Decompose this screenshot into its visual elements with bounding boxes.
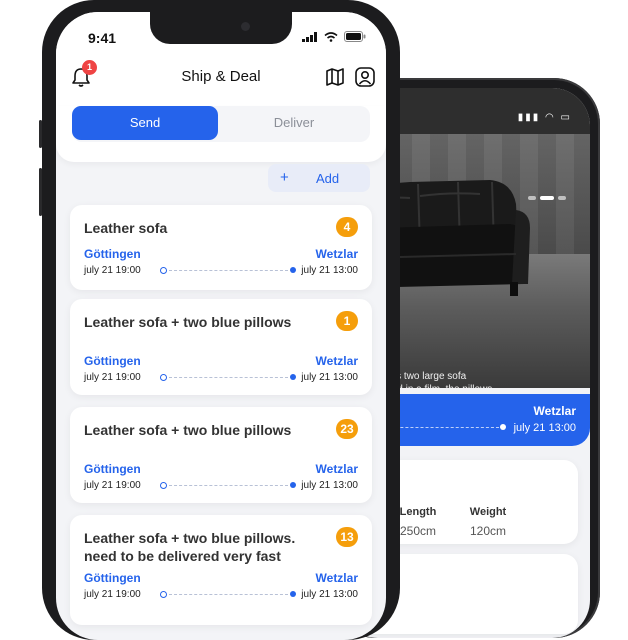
departure-time: july 21 19:00	[84, 265, 141, 276]
mode-switch-container: Send Deliver	[56, 106, 386, 162]
shipment-name: Leather sofa + two blue pillows. need to…	[84, 530, 296, 564]
origin-dot-icon	[160, 374, 167, 381]
origin-dot-icon	[160, 482, 167, 489]
arrival-time: july 21 13:00	[301, 589, 358, 600]
status-icons: ▮▮▮ ◠ ▭	[517, 112, 572, 123]
route-track	[160, 374, 296, 381]
destination-city: Wetzlar	[315, 247, 358, 261]
origin-city: Göttingen	[84, 462, 141, 476]
origin-city: Göttingen	[84, 571, 141, 585]
shipment-name: Leather sofa + two blue pillows	[84, 422, 292, 438]
map-icon	[326, 68, 344, 86]
offer-count-badge: 23	[336, 419, 358, 439]
add-shipment-button[interactable]: + Add	[268, 164, 370, 192]
add-button-label: Add	[316, 171, 340, 186]
status-icons	[302, 31, 366, 42]
app-header: 1 Ship & Deal	[56, 56, 386, 106]
destination-dot-icon	[290, 267, 296, 273]
shipment-card[interactable]: Leather sofa + two blue pillows. need to…	[70, 515, 372, 625]
status-time: 9:41	[88, 30, 117, 46]
departure-time: july 21 19:00	[84, 589, 141, 600]
departure-time: july 21 19:00	[84, 372, 141, 383]
battery-icon	[344, 31, 366, 42]
carousel-dots[interactable]	[528, 196, 566, 200]
route-track	[160, 267, 296, 274]
plus-icon: +	[280, 169, 289, 186]
destination-dot-icon	[290, 482, 296, 488]
dimension-weight: Weight 120cm	[469, 506, 507, 538]
offer-count-badge: 13	[336, 527, 358, 547]
offer-count-badge: 1	[336, 311, 358, 331]
departure-time: july 21 19:00	[84, 480, 141, 491]
shipment-card[interactable]: Leather sofa 4 Göttingen Wetzlar july 21…	[70, 205, 372, 290]
arrival-time: july 21 13:00	[301, 372, 358, 383]
user-icon	[355, 67, 375, 87]
mode-segmented-control: Send Deliver	[72, 106, 370, 142]
route-time: july 21 13:00	[513, 422, 576, 434]
destination-dot-icon	[500, 424, 506, 430]
origin-city: Göttingen	[84, 354, 141, 368]
route-track	[160, 482, 296, 489]
wifi-icon	[324, 31, 338, 42]
offer-count-badge: 4	[336, 217, 358, 237]
tab-send[interactable]: Send	[72, 106, 218, 140]
shipment-card[interactable]: Leather sofa + two blue pillows 1 Göttin…	[70, 299, 372, 395]
destination-city: Wetzlar	[315, 462, 358, 476]
front-phone: 9:41 1 Ship & Deal Send Deliver + Add Le…	[39, 0, 400, 640]
origin-dot-icon	[160, 267, 167, 274]
destination-dot-icon	[290, 374, 296, 380]
profile-button[interactable]	[354, 66, 376, 93]
map-button[interactable]	[324, 66, 346, 93]
arrival-time: july 21 13:00	[301, 480, 358, 491]
shipment-name: Leather sofa	[84, 220, 168, 236]
destination-dot-icon	[290, 591, 296, 597]
arrival-time: july 21 13:00	[301, 265, 358, 276]
signal-icon	[302, 31, 317, 42]
origin-dot-icon	[160, 591, 167, 598]
route-track	[160, 591, 296, 598]
destination-city: Wetzlar	[315, 571, 358, 585]
destination-city: Wetzlar	[315, 354, 358, 368]
route-destination: Wetzlar	[533, 404, 576, 418]
tab-deliver[interactable]: Deliver	[218, 106, 370, 140]
phone-notch	[150, 12, 292, 44]
front-phone-screen: 9:41 1 Ship & Deal Send Deliver + Add Le…	[56, 12, 386, 640]
origin-city: Göttingen	[84, 247, 141, 261]
shipment-card[interactable]: Leather sofa + two blue pillows 23 Götti…	[70, 407, 372, 503]
shipment-name: Leather sofa + two blue pillows	[84, 314, 292, 330]
